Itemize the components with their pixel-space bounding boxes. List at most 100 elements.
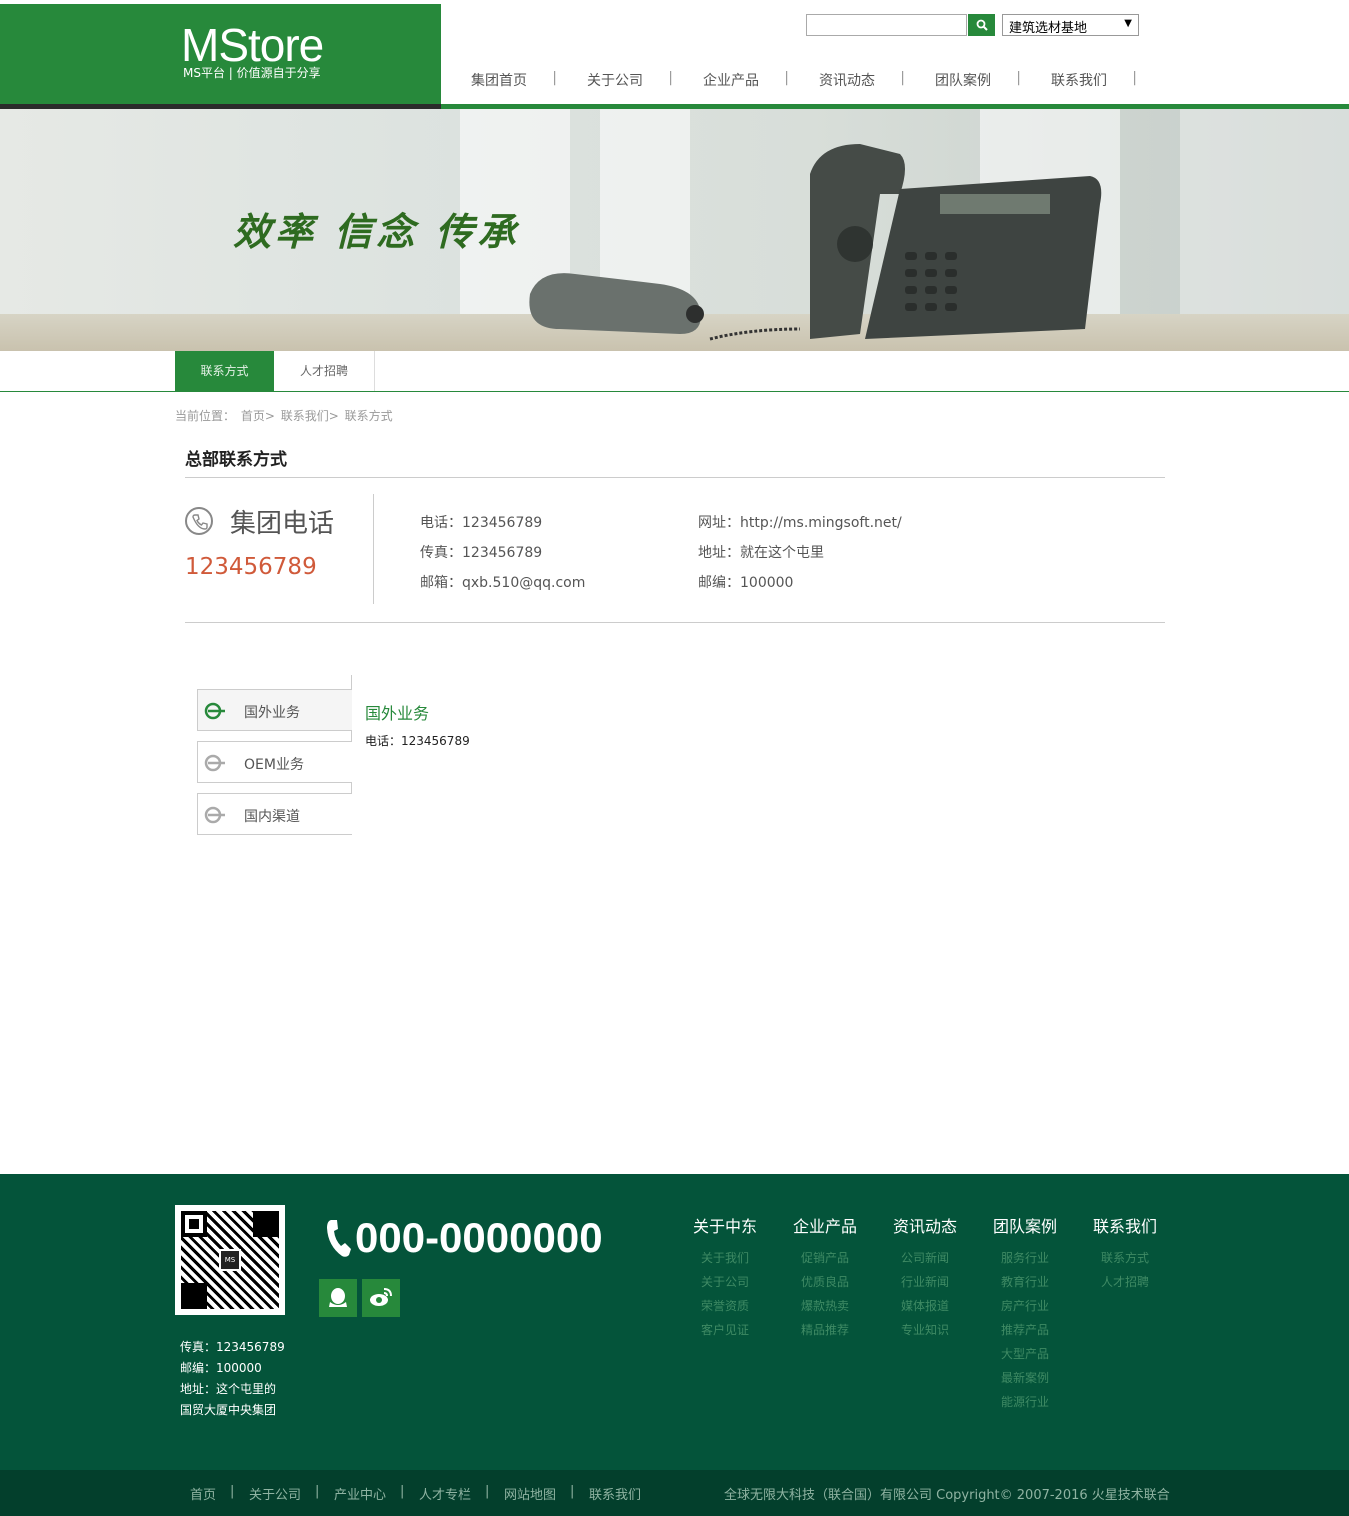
copyright: 全球无限大科技（联合国）有限公司 Copyright© 2007-2016 火星… (724, 1488, 1170, 1503)
group-phone-number: 123456789 (185, 554, 317, 580)
footer-link[interactable]: 客户见证 (701, 1321, 749, 1338)
business-title: 国外业务 (365, 704, 430, 723)
footer-link[interactable]: 教育行业 (1001, 1273, 1049, 1290)
footer-address-2: 国贸大厦中央集团 (180, 1403, 277, 1417)
qq-button[interactable] (319, 1279, 357, 1317)
footer-link[interactable]: 能源行业 (1001, 1393, 1049, 1410)
footer-link[interactable]: 房产行业 (1001, 1297, 1049, 1314)
business-tab-icon (204, 754, 225, 772)
search-icon (976, 19, 988, 31)
site-select-value: 建筑选材基地 (1009, 21, 1088, 36)
divider (185, 477, 1165, 478)
footer-col-title[interactable]: 联系我们 (1093, 1213, 1157, 1237)
footer-bottom-separator: | (400, 1484, 405, 1499)
footer-bottom-separator: | (485, 1484, 490, 1499)
footer-bottom-link[interactable]: 联系我们 (589, 1484, 641, 1503)
breadcrumb-item-contact-us[interactable]: 联系我们> (281, 409, 339, 423)
handset-icon (192, 514, 208, 530)
handset-icon (327, 1220, 351, 1257)
business-text: 电话：123456789 (365, 734, 470, 748)
footer-link[interactable]: 促销产品 (801, 1249, 849, 1266)
nav-item-about[interactable]: 关于公司 (557, 70, 673, 90)
phone-circle-icon (185, 507, 213, 535)
footer-link[interactable]: 服务行业 (1001, 1249, 1049, 1266)
footer-bottom-link[interactable]: 人才专栏 (419, 1484, 471, 1503)
subnav-tab-contact[interactable]: 联系方式 (175, 351, 274, 391)
banner-window (1180, 109, 1349, 314)
footer-link[interactable]: 人才招聘 (1101, 1273, 1149, 1290)
main-nav: 集团首页 关于公司 企业产品 资讯动态 团队案例 联系我们 (441, 70, 1137, 90)
footer-link[interactable]: 荣誉资质 (701, 1297, 749, 1314)
divider (185, 622, 1165, 623)
footer-link[interactable]: 联系方式 (1101, 1249, 1149, 1266)
info-postcode: 邮编：100000 (698, 575, 794, 591)
business-tab-oem[interactable]: OEM业务 (197, 741, 352, 783)
search-input[interactable] (806, 14, 967, 36)
weibo-icon (370, 1288, 392, 1306)
subnav: 联系方式 人才招聘 (0, 351, 1349, 392)
business-tab-label: 国外业务 (244, 705, 300, 721)
footer-link[interactable]: 媒体报道 (901, 1297, 949, 1314)
nav-item-contact[interactable]: 联系我们 (1021, 70, 1137, 90)
vertical-divider (373, 494, 374, 604)
footer-bottom-separator: | (570, 1484, 575, 1499)
qr-pattern: MS (181, 1211, 279, 1309)
banner: 效率 信念 传承 (0, 109, 1349, 351)
footer-col-title[interactable]: 企业产品 (793, 1213, 857, 1237)
nav-item-products[interactable]: 企业产品 (673, 70, 789, 90)
breadcrumb-prefix: 当前位置： (175, 409, 236, 423)
section-title: 总部联系方式 (185, 450, 287, 470)
footer-bottom-separator: | (315, 1484, 320, 1499)
footer-bottom-link[interactable]: 首页 (190, 1484, 216, 1503)
footer-link[interactable]: 专业知识 (901, 1321, 949, 1338)
group-phone-title: 集团电话 (230, 509, 335, 539)
business-tab-icon (204, 702, 225, 720)
nav-item-cases[interactable]: 团队案例 (905, 70, 1021, 90)
info-phone: 电话：123456789 (420, 515, 543, 531)
business-tab-domestic[interactable]: 国内渠道 (197, 793, 352, 835)
footer-link[interactable]: 关于我们 (701, 1249, 749, 1266)
nav-item-home[interactable]: 集团首页 (441, 70, 557, 90)
breadcrumb-item-home[interactable]: 首页> (241, 409, 275, 423)
footer-link[interactable]: 大型产品 (1001, 1345, 1049, 1362)
footer-link[interactable]: 公司新闻 (901, 1249, 949, 1266)
business-tab-label: OEM业务 (244, 757, 304, 773)
site-select[interactable]: 建筑选材基地 ▼ (1002, 14, 1139, 36)
info-website[interactable]: 网址：http://ms.mingsoft.net/ (698, 512, 902, 532)
desk-phone-illustration (529, 144, 1102, 341)
footer-postcode: 邮编：100000 (180, 1361, 262, 1375)
subnav-tab-recruit[interactable]: 人才招聘 (274, 351, 375, 391)
logo-block[interactable]: MStore MS平台 | 价值源自于分享 (0, 4, 441, 110)
business-tab-icon (204, 806, 225, 824)
footer-link[interactable]: 推荐产品 (1001, 1321, 1049, 1338)
footer-bottom-link[interactable]: 网站地图 (504, 1484, 556, 1503)
banner-slogan: 效率 信念 传承 (233, 209, 520, 254)
qr-code: MS (175, 1205, 285, 1315)
footer-col-title[interactable]: 资讯动态 (893, 1213, 957, 1237)
weibo-button[interactable] (362, 1279, 400, 1317)
footer-bottom-separator: | (230, 1484, 235, 1499)
footer-col-title[interactable]: 团队案例 (993, 1213, 1057, 1237)
search-button[interactable] (968, 14, 995, 36)
footer-bottom-link[interactable]: 产业中心 (334, 1484, 386, 1503)
business-tab-overseas[interactable]: 国外业务 (197, 689, 352, 731)
footer-link[interactable]: 精品推荐 (801, 1321, 849, 1338)
footer-link[interactable]: 爆款热卖 (801, 1297, 849, 1314)
footer-link[interactable]: 关于公司 (701, 1273, 749, 1290)
footer-phone: 000-0000000 (325, 1214, 603, 1262)
footer-phone-number: 000-0000000 (355, 1214, 603, 1261)
info-email[interactable]: 邮箱：qxb.510@qq.com (420, 572, 585, 592)
footer-fax: 传真：123456789 (180, 1340, 285, 1354)
footer-link[interactable]: 行业新闻 (901, 1273, 949, 1290)
info-address: 地址：就在这个屯里 (698, 545, 824, 561)
breadcrumb-item-current[interactable]: 联系方式 (345, 409, 393, 423)
footer-link[interactable]: 优质良品 (801, 1273, 849, 1290)
footer-bottom-link[interactable]: 关于公司 (249, 1484, 301, 1503)
dropdown-arrow-icon: ▼ (1124, 18, 1132, 29)
footer-col-title[interactable]: 关于中东 (693, 1213, 757, 1237)
nav-item-news[interactable]: 资讯动态 (789, 70, 905, 90)
info-fax: 传真：123456789 (420, 545, 543, 561)
qr-badge: MS (219, 1249, 241, 1271)
qq-icon (329, 1288, 347, 1307)
footer-link[interactable]: 最新案例 (1001, 1369, 1049, 1386)
